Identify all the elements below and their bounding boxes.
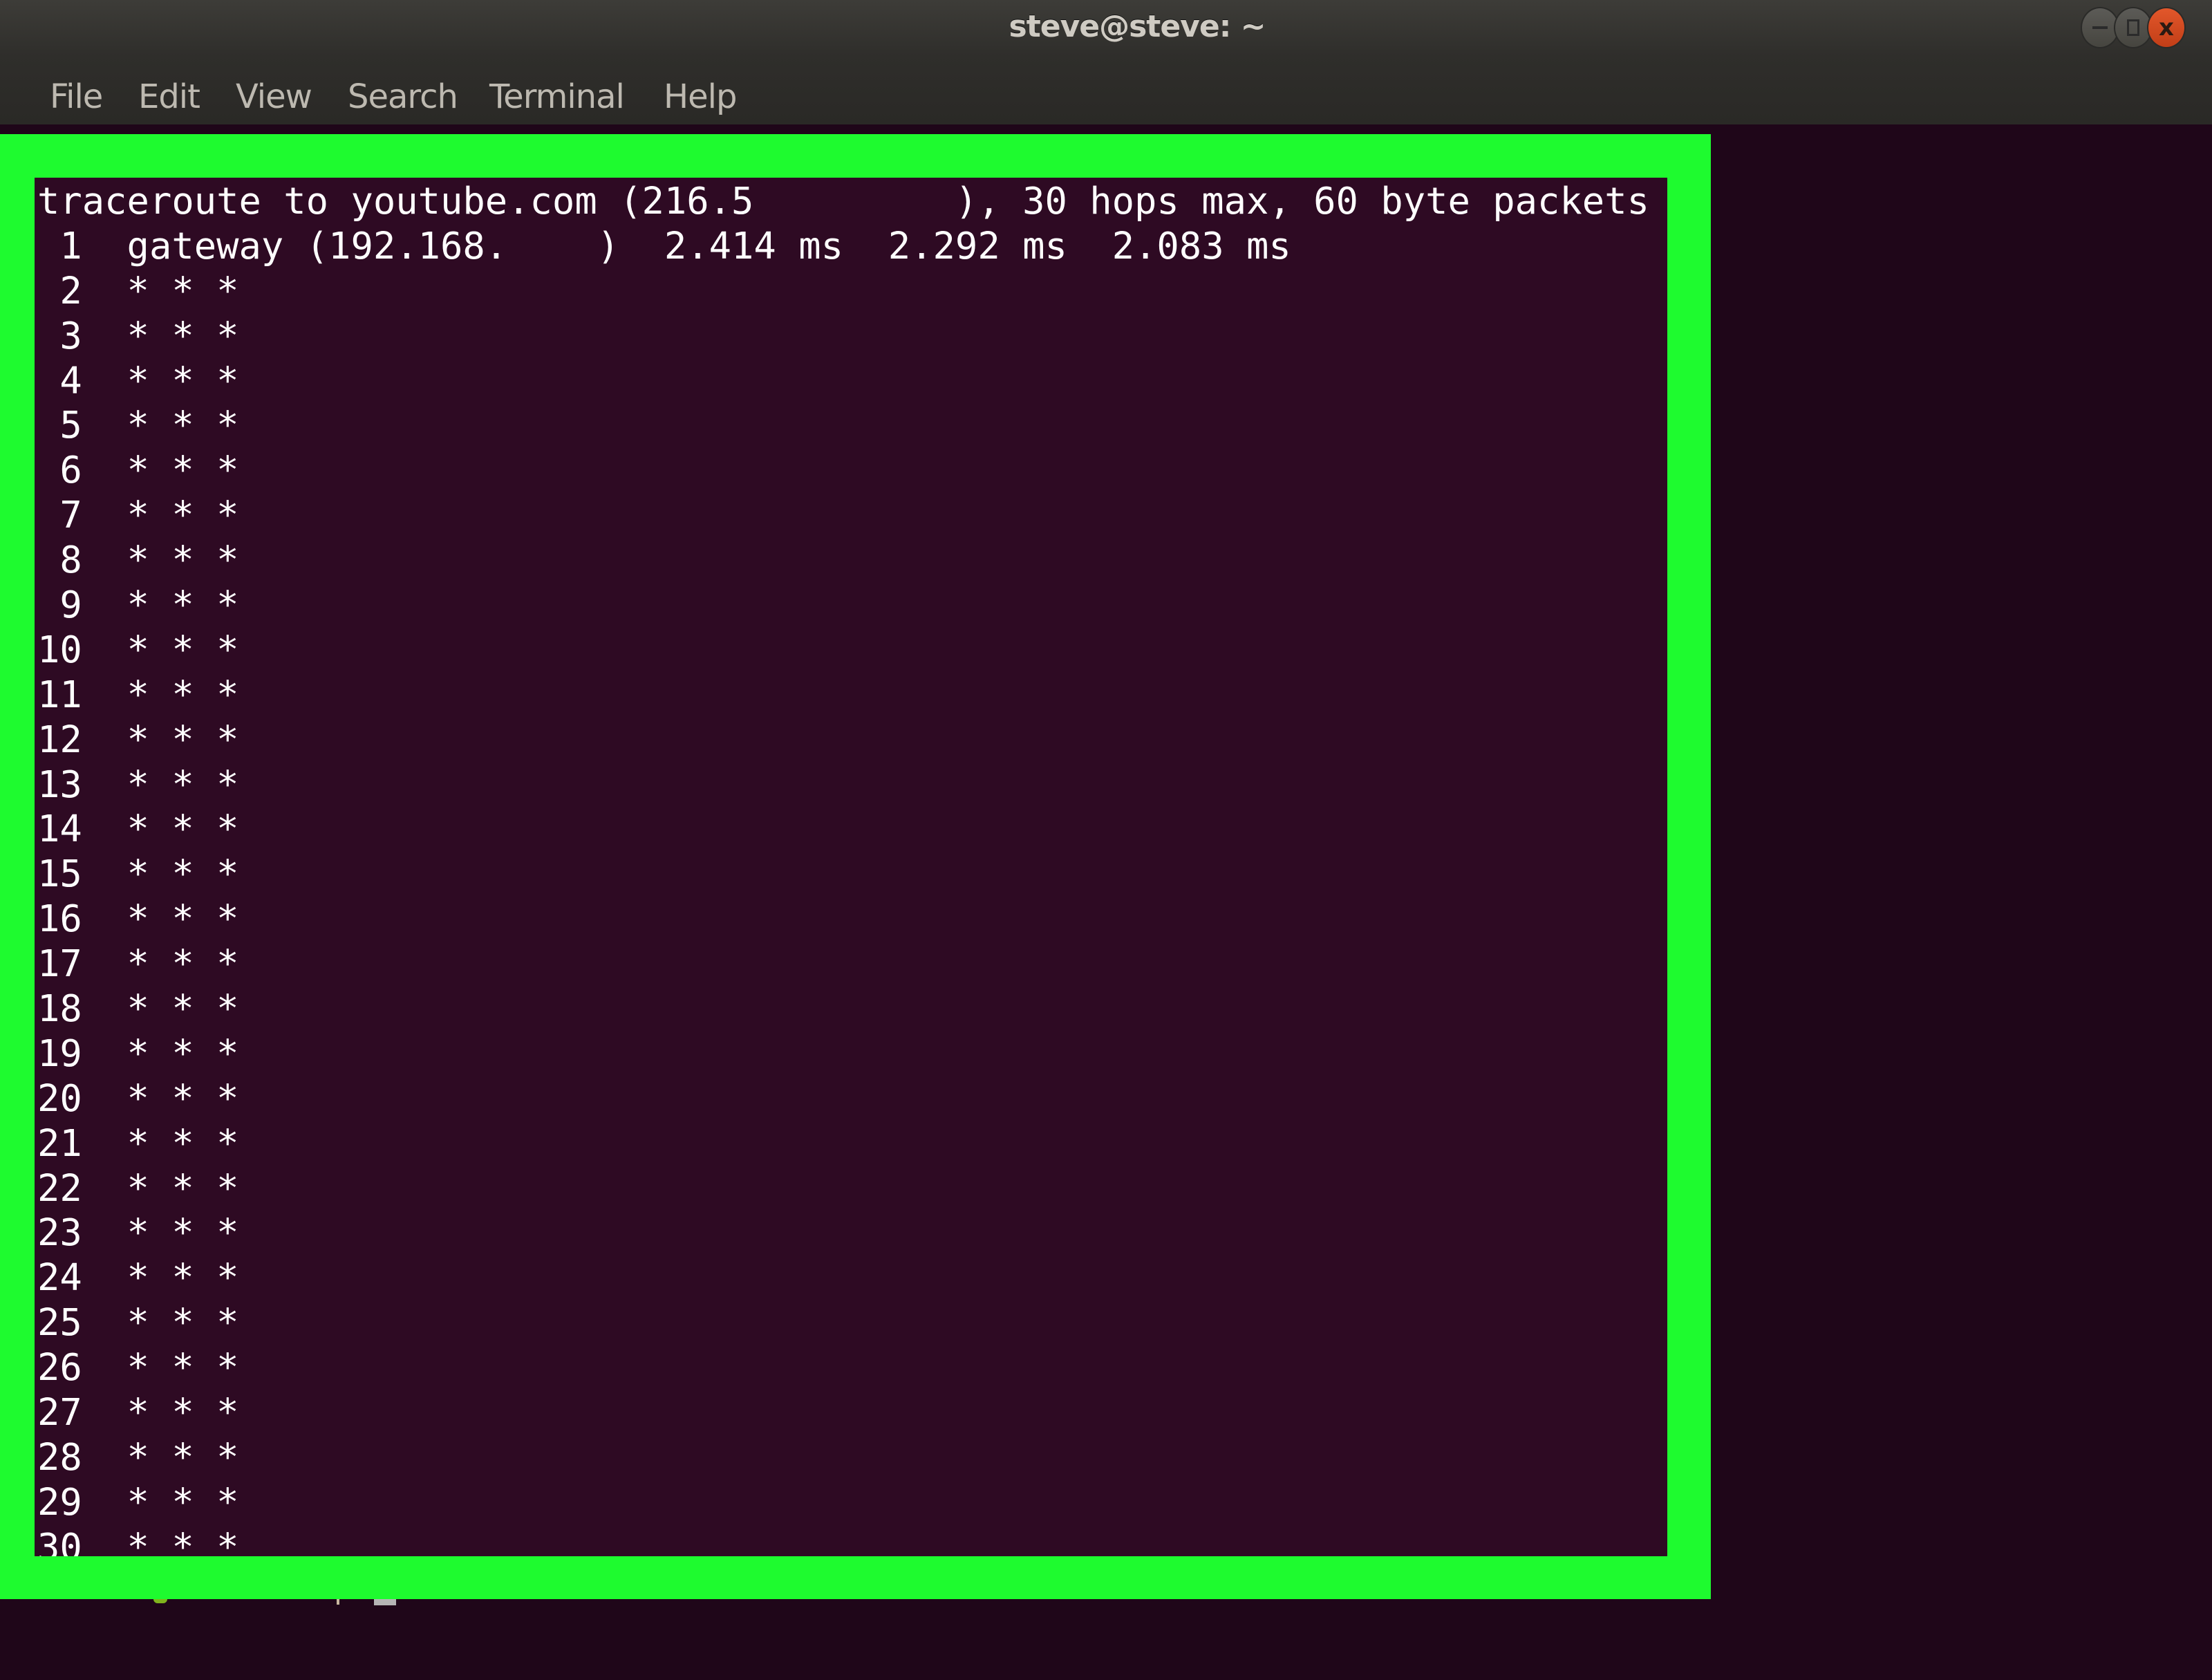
hop-line: 16 * * *: [37, 897, 239, 941]
hop-line: 2 * * *: [37, 268, 239, 312]
terminal-window: steve@steve: ~ x File Edit View Search T…: [0, 0, 2212, 1680]
menu-terminal[interactable]: Terminal: [489, 75, 625, 119]
title-bar[interactable]: steve@steve: ~ x File Edit View Search T…: [0, 0, 2212, 124]
hop-line: 22 * * *: [37, 1166, 239, 1210]
hop-line: 7 * * *: [37, 493, 239, 537]
menu-bar: File Edit View Search Terminal Help: [0, 75, 2212, 119]
hop-line: 30 * * *: [37, 1524, 239, 1556]
terminal-cursor: [374, 1599, 396, 1605]
hidden-prompt-fragment: [337, 1599, 339, 1605]
hop-line: 20 * * *: [37, 1076, 239, 1120]
hop-list: 1 gateway (192.168. ) 2.414 ms 2.292 ms …: [37, 224, 1649, 1556]
hop-line: 15 * * *: [37, 852, 239, 896]
hop-line: 29 * * *: [37, 1480, 239, 1524]
menu-edit[interactable]: Edit: [138, 75, 200, 119]
hop-line: 3 * * *: [37, 313, 239, 357]
hop-line: 26 * * *: [37, 1345, 239, 1390]
hop-line: 18 * * *: [37, 987, 239, 1031]
hop-line: 6 * * *: [37, 448, 239, 492]
hop-line: 1 gateway (192.168. ) 2.414 ms 2.292 ms …: [37, 223, 1291, 268]
hop-line: 27 * * *: [37, 1390, 239, 1435]
maximize-icon: [2127, 19, 2139, 36]
hop-line: 4 * * *: [37, 358, 239, 402]
menu-view[interactable]: View: [236, 75, 312, 119]
menu-file[interactable]: File: [50, 75, 103, 119]
minimize-icon: [2092, 26, 2108, 29]
hop-line: 12 * * *: [37, 717, 239, 761]
terminal-output-area[interactable]: traceroute to youtube.com (216.5 ), 30 h…: [35, 178, 1667, 1556]
traceroute-header: traceroute to youtube.com (216.5 ), 30 h…: [37, 179, 1649, 223]
close-icon: x: [2159, 14, 2174, 41]
menu-help[interactable]: Help: [664, 75, 737, 119]
hop-line: 11 * * *: [37, 672, 239, 716]
hop-line: 23 * * *: [37, 1211, 239, 1255]
hop-line: 21 * * *: [37, 1121, 239, 1165]
hop-line: 9 * * *: [37, 583, 239, 627]
menu-search[interactable]: Search: [348, 75, 458, 119]
hop-line: 14 * * *: [37, 807, 239, 851]
hop-line: 19 * * *: [37, 1031, 239, 1075]
hop-line: 25 * * *: [37, 1300, 239, 1345]
hop-line: 17 * * *: [37, 942, 239, 986]
hop-line: 13 * * *: [37, 762, 239, 806]
hop-line: 5 * * *: [37, 403, 239, 447]
terminal-output: traceroute to youtube.com (216.5 ), 30 h…: [37, 179, 1649, 1556]
window-title: steve@steve: ~: [1009, 9, 1266, 44]
hidden-prompt-fragment: [153, 1599, 167, 1603]
hop-line: 24 * * *: [37, 1256, 239, 1300]
hop-line: 28 * * *: [37, 1435, 239, 1479]
hop-line: 10 * * *: [37, 627, 239, 671]
close-button[interactable]: x: [2147, 7, 2186, 48]
hop-line: 8 * * *: [37, 538, 239, 582]
